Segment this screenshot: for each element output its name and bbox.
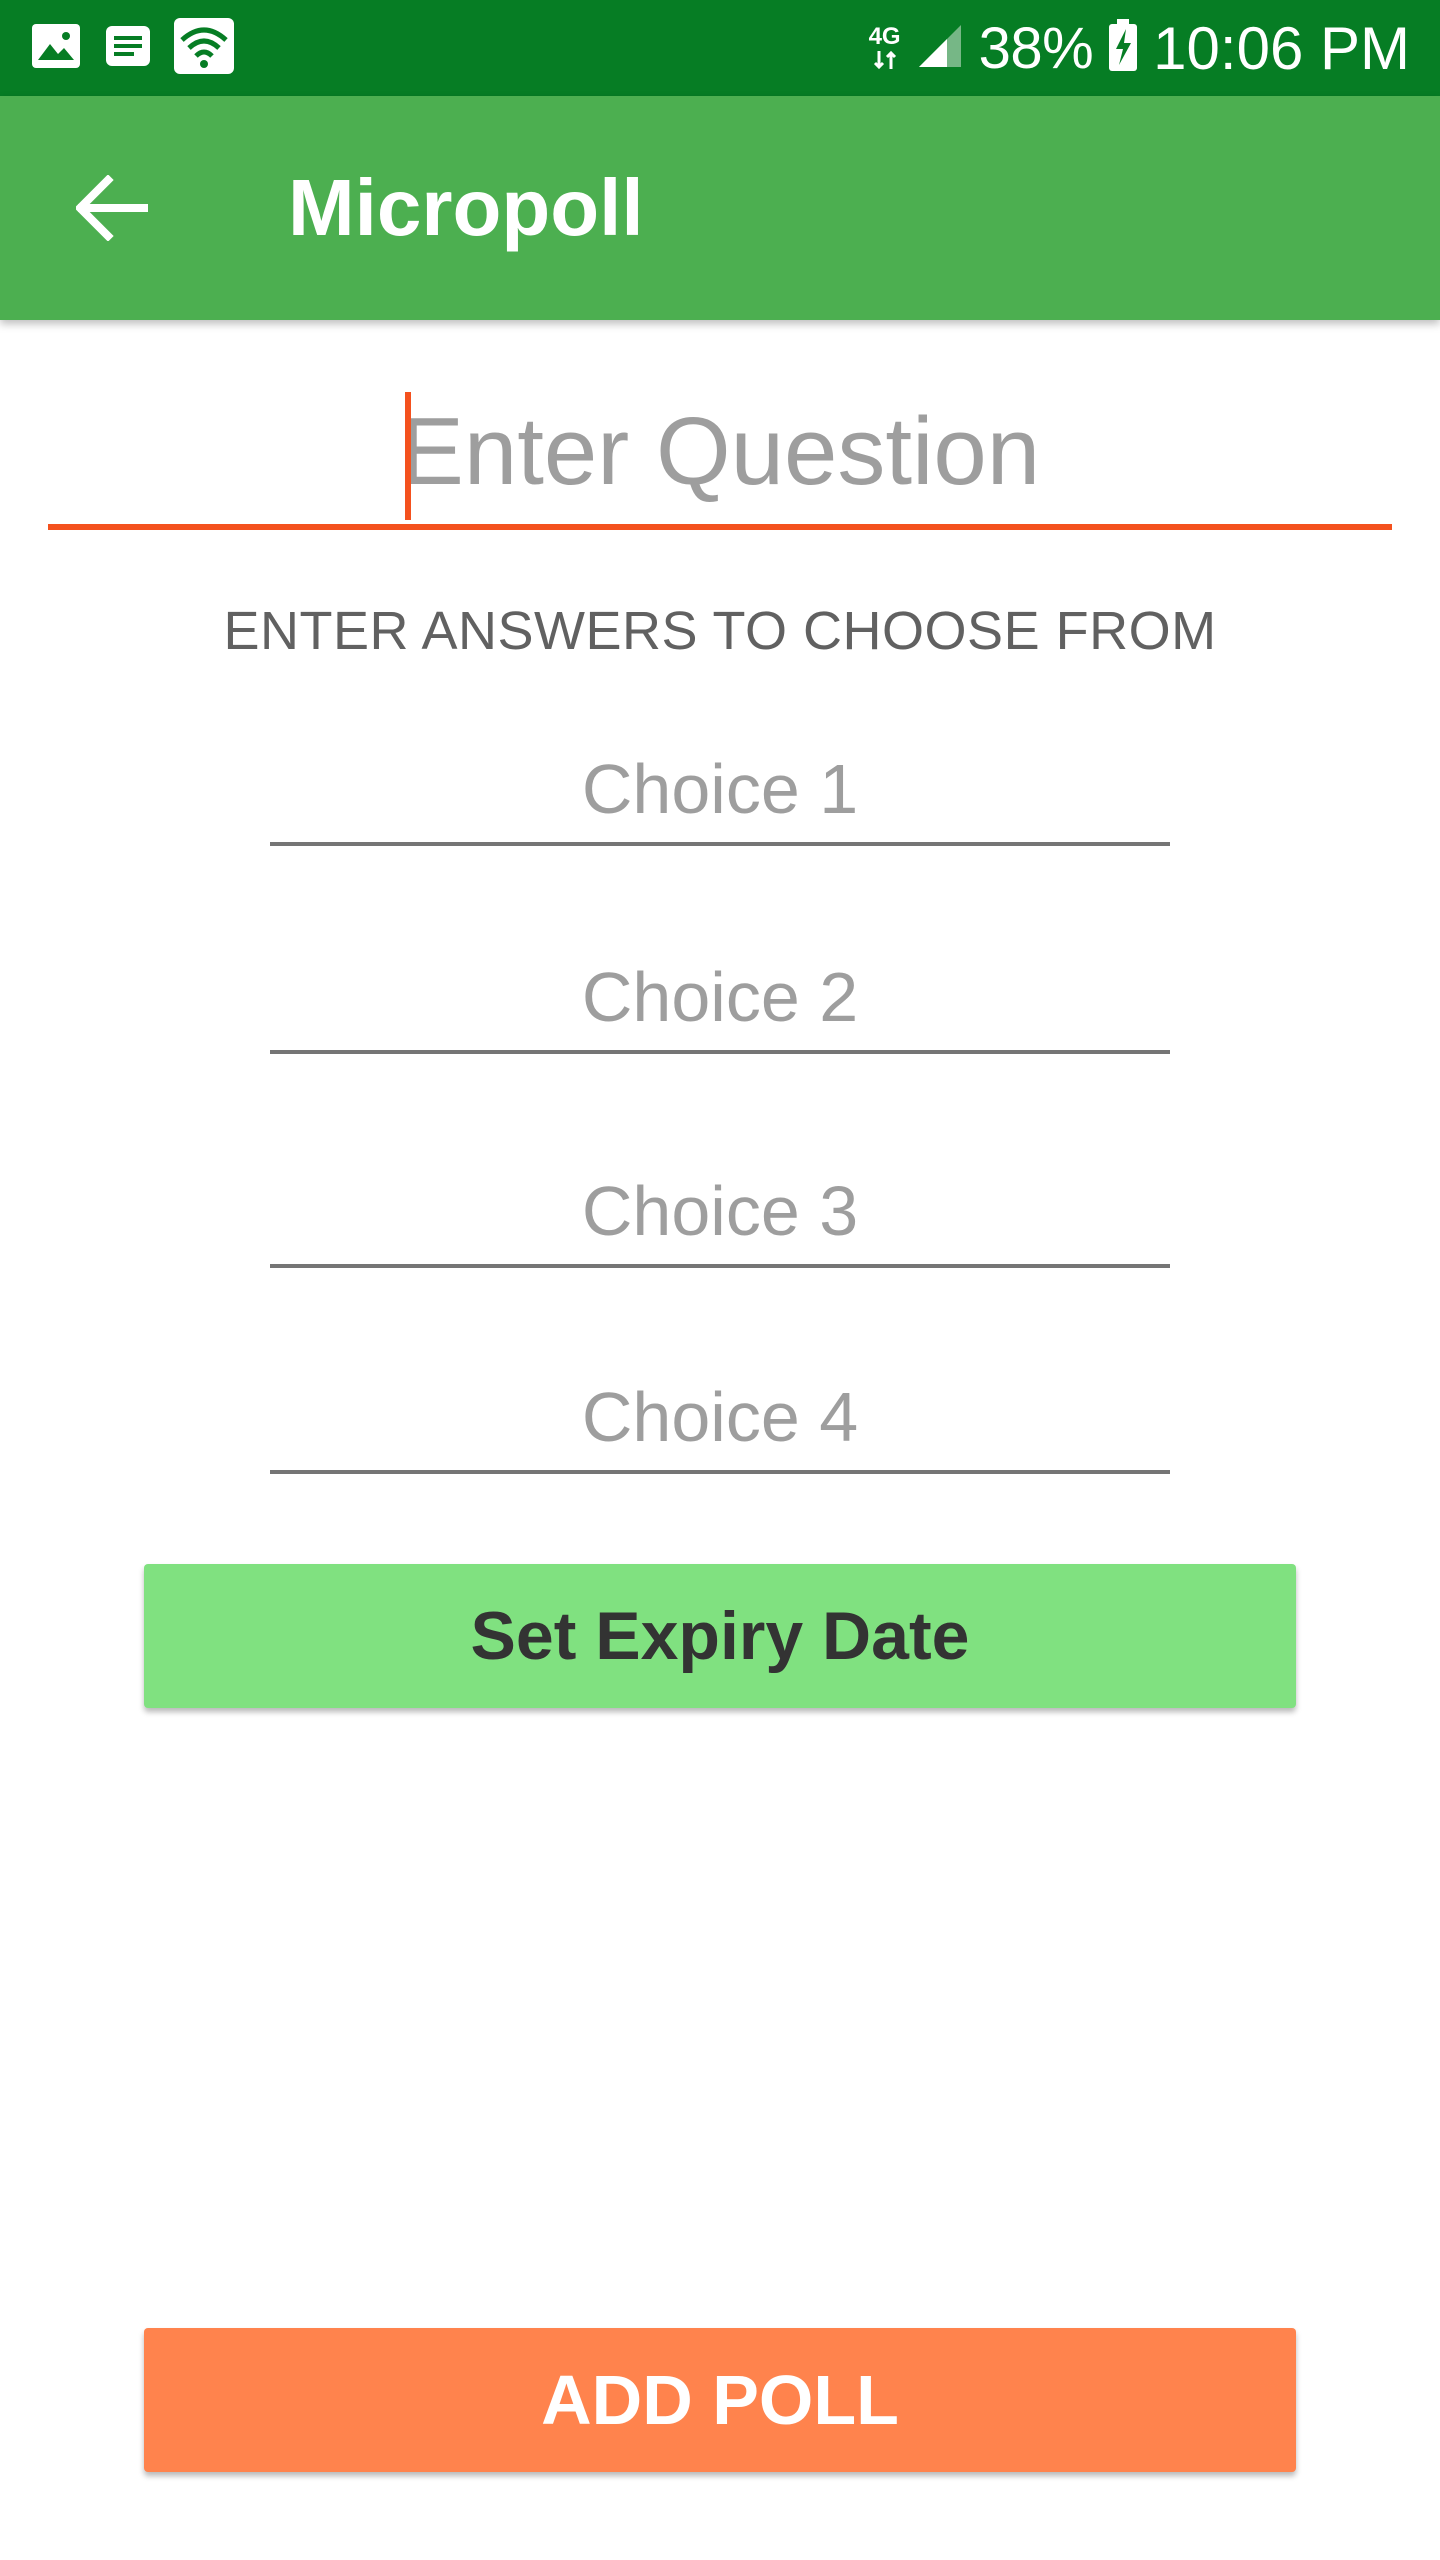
- network-indicator: 4G: [869, 25, 901, 71]
- data-arrows-icon: [873, 50, 896, 70]
- app-bar: Micropoll: [0, 96, 1440, 320]
- status-left-icons: [30, 17, 234, 79]
- answers-label: ENTER ANSWERS TO CHOOSE FROM: [223, 601, 1217, 661]
- question-input[interactable]: [48, 380, 1392, 530]
- gallery-icon: [30, 22, 82, 75]
- page-title: Micropoll: [288, 163, 644, 252]
- battery-percent: 38%: [978, 15, 1094, 81]
- network-type: 4G: [868, 23, 901, 50]
- choice-field-3: [270, 1158, 1170, 1268]
- add-poll-button[interactable]: ADD POLL: [144, 2328, 1296, 2472]
- choice-field-1: [270, 736, 1170, 846]
- back-button[interactable]: [70, 166, 154, 250]
- choice-field-4: [270, 1364, 1170, 1474]
- wifi-icon: [174, 17, 234, 79]
- signal-icon: [915, 21, 965, 76]
- choice-4-input[interactable]: [270, 1364, 1170, 1474]
- choice-1-input[interactable]: [270, 736, 1170, 846]
- clock: 10:06 PM: [1153, 14, 1410, 82]
- back-arrow-icon: [76, 175, 148, 241]
- message-icon: [104, 24, 152, 73]
- choice-2-input[interactable]: [270, 944, 1170, 1054]
- status-right: 4G 38% 10:06 PM: [869, 14, 1410, 83]
- question-field-wrapper: [48, 380, 1392, 536]
- set-expiry-date-button[interactable]: Set Expiry Date: [144, 1564, 1296, 1708]
- screen: 4G 38% 10:06 PM Micropoll Enter Question…: [0, 0, 1440, 2560]
- battery-charging-icon: [1107, 18, 1139, 78]
- choice-field-2: [270, 944, 1170, 1054]
- text-cursor: [405, 392, 411, 520]
- choice-3-input[interactable]: [270, 1158, 1170, 1268]
- status-bar: 4G 38% 10:06 PM: [0, 0, 1440, 96]
